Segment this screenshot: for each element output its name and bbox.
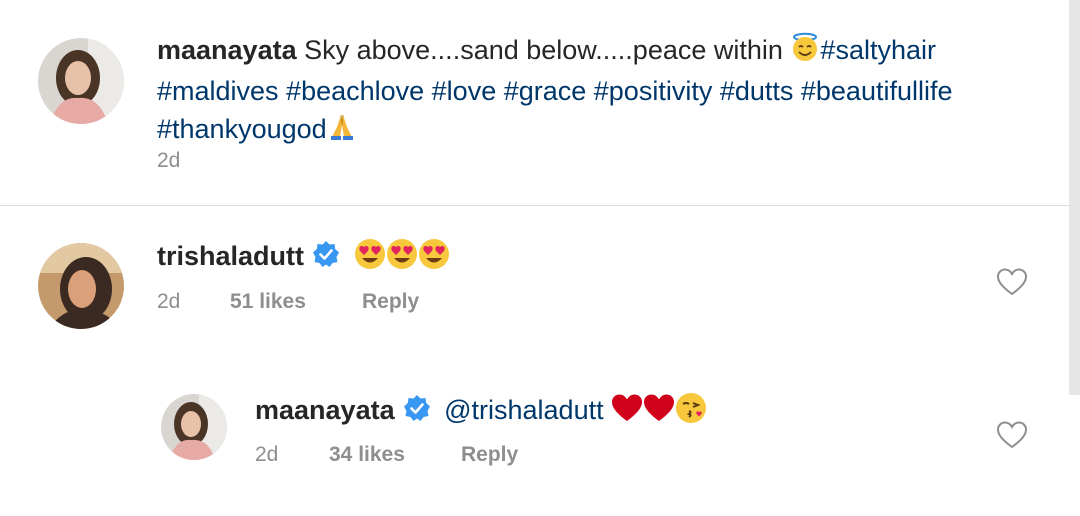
caption-username[interactable]: maanayata: [157, 35, 297, 65]
scrollbar[interactable]: [1069, 0, 1080, 395]
heart-eyes-emoji-icon: [354, 238, 386, 278]
verified-badge-icon: [312, 240, 340, 276]
comment-time: 2d: [157, 290, 181, 313]
hashtag-saltyhair[interactable]: #saltyhair: [820, 35, 936, 65]
red-heart-emoji-icon: [611, 393, 643, 431]
comment-line: trishaladutt: [157, 238, 450, 278]
caption-time: 2d: [157, 149, 181, 172]
caption-avatar[interactable]: [38, 38, 124, 124]
reply-username[interactable]: maanayata: [255, 395, 395, 425]
reply-avatar[interactable]: [161, 394, 227, 460]
heart-eyes-emoji-icon: [418, 238, 450, 278]
mention-link[interactable]: @trishaladutt: [444, 395, 603, 425]
red-heart-emoji-icon: [643, 393, 675, 431]
like-heart-icon[interactable]: [996, 268, 1028, 301]
like-heart-icon[interactable]: [996, 421, 1028, 454]
kiss-face-emoji-icon: [675, 392, 707, 432]
reply-likes[interactable]: 34 likes: [329, 443, 405, 467]
divider: [0, 205, 1080, 206]
comment-username[interactable]: trishaladutt: [157, 241, 304, 271]
hashtags-line[interactable]: #maldives #beachlove #love #grace #posit…: [157, 76, 953, 106]
folded-hands-emoji-icon: [327, 111, 357, 151]
comment-avatar[interactable]: [38, 243, 124, 329]
halo-smile-emoji-icon: [790, 32, 820, 72]
reply-reply-button[interactable]: Reply: [461, 443, 518, 467]
verified-badge-icon: [403, 394, 431, 430]
caption-text: maanayata Sky above....sand below.....pe…: [157, 31, 1057, 151]
heart-eyes-emoji-icon: [386, 238, 418, 278]
reply-line: maanayata @trishaladutt: [255, 392, 707, 432]
caption-body: Sky above....sand below.....peace within: [304, 35, 783, 65]
comment-likes[interactable]: 51 likes: [230, 290, 306, 314]
reply-button[interactable]: Reply: [362, 290, 419, 314]
hashtag-thankyougod[interactable]: #thankyougod: [157, 114, 327, 144]
reply-time: 2d: [255, 443, 279, 466]
